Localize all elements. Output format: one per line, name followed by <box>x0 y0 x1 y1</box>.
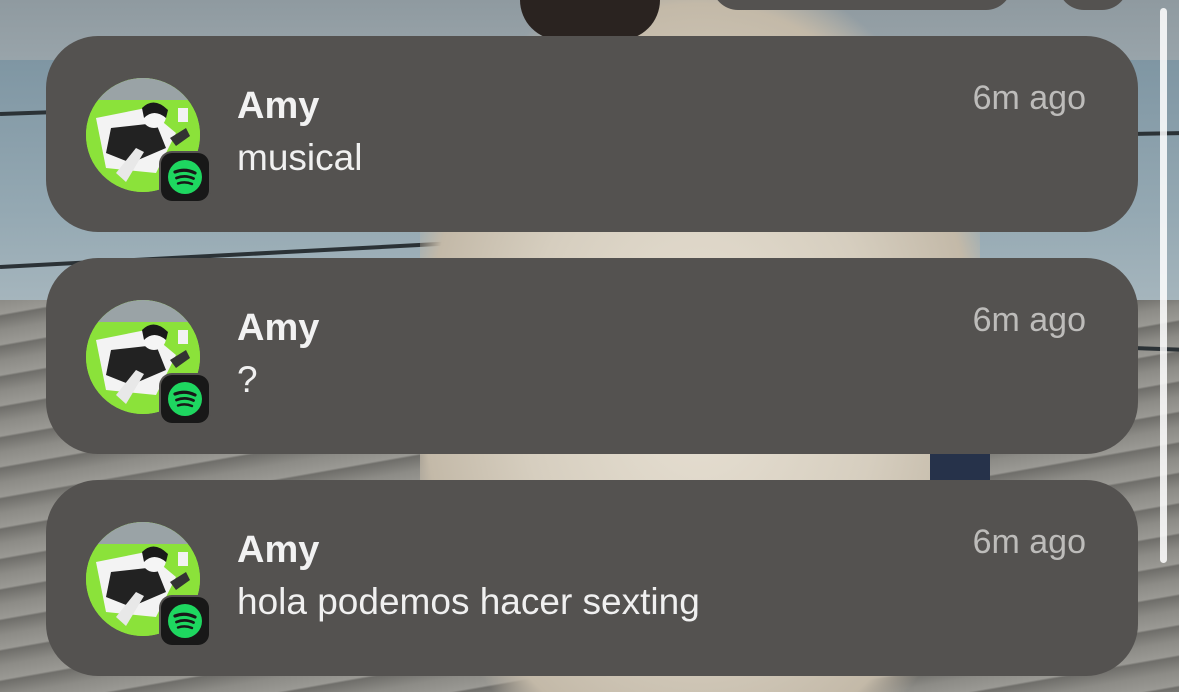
notification-sender: Amy <box>237 529 320 571</box>
notification-card[interactable]: Amy ? 6m ago <box>46 258 1138 454</box>
notification-time: 6m ago <box>972 79 1086 117</box>
notification-card[interactable]: Amy musical 6m ago <box>46 36 1138 232</box>
wallpaper-hair <box>520 0 660 40</box>
notification-sender: Amy <box>237 85 320 127</box>
notification-time: 6m ago <box>972 523 1086 561</box>
avatar-group <box>86 78 210 202</box>
notification-message: ? <box>237 359 258 400</box>
spotify-icon <box>161 375 209 423</box>
notification-sender: Amy <box>237 307 320 349</box>
spotify-icon <box>161 597 209 645</box>
spotify-icon <box>161 153 209 201</box>
scroll-indicator[interactable] <box>1160 8 1167 563</box>
notification-message: hola podemos hacer sexting <box>237 581 700 622</box>
avatar-group <box>86 300 210 424</box>
notification-message: musical <box>237 137 363 178</box>
lock-screen: Amy musical 6m ago Amy ? 6m ago Amy hola… <box>0 0 1179 692</box>
avatar-group <box>86 522 210 646</box>
notification-card[interactable]: Amy hola podemos hacer sexting 6m ago <box>46 480 1138 676</box>
notification-partial[interactable] <box>712 0 1012 10</box>
notification-time: 6m ago <box>972 301 1086 339</box>
